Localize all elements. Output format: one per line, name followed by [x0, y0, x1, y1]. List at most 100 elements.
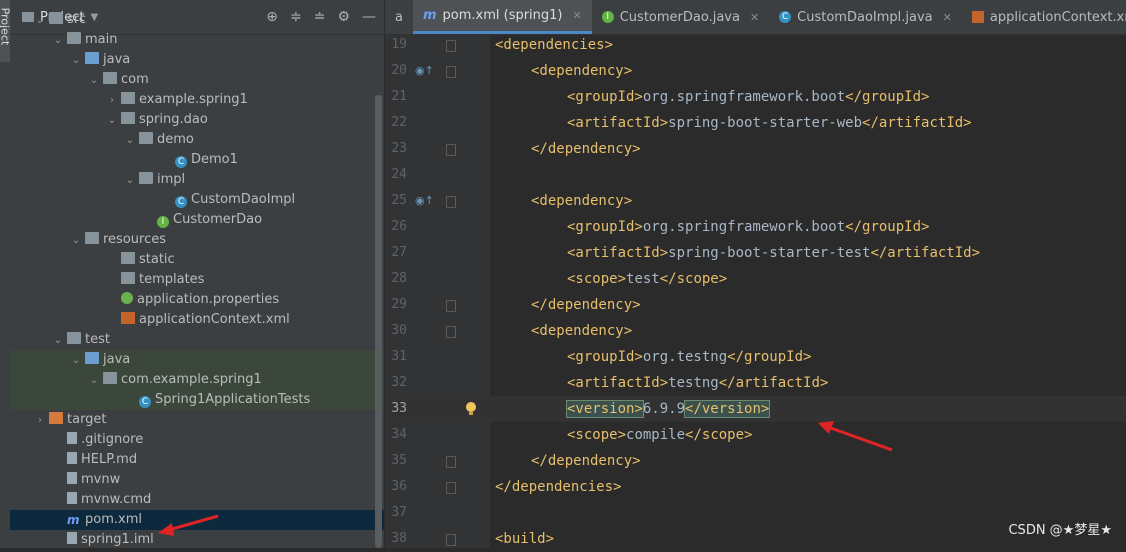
- xml-tag: <scope>: [567, 271, 627, 287]
- expand-arrow-icon[interactable]: ⌄: [124, 171, 136, 191]
- tree-item[interactable]: I CustomerDao: [10, 210, 384, 230]
- fold-marker-icon[interactable]: [446, 66, 456, 78]
- override-gutter-icon[interactable]: ◉↑: [415, 188, 434, 214]
- fold-marker-icon[interactable]: [446, 456, 456, 468]
- tree-item[interactable]: static: [10, 250, 384, 270]
- code-line[interactable]: 30 <dependency>: [385, 318, 1126, 344]
- tree-item-label: mvnw.cmd: [81, 492, 152, 507]
- tree-item[interactable]: mvnw: [10, 470, 384, 490]
- code-line[interactable]: 32 <artifactId>testng</artifactId>: [385, 370, 1126, 396]
- tree-item[interactable]: ⌄ main: [10, 30, 384, 50]
- code-line[interactable]: 25 ◉↑ <dependency>: [385, 188, 1126, 214]
- editor-tab[interactable]: applicationContext.xml✕: [962, 0, 1126, 34]
- tree-item[interactable]: C CustomDaoImpl: [10, 190, 384, 210]
- maven-icon: m: [422, 8, 437, 23]
- expand-arrow-icon[interactable]: ⌄: [52, 31, 64, 51]
- fold-marker-icon[interactable]: [446, 196, 456, 208]
- close-icon[interactable]: ✕: [573, 9, 582, 22]
- tree-item[interactable]: C Demo1: [10, 150, 384, 170]
- tree-item[interactable]: ⌄ test: [10, 330, 384, 350]
- line-number: 31: [391, 349, 407, 364]
- code-line[interactable]: 20 ◉↑ <dependency>: [385, 58, 1126, 84]
- line-number: 32: [391, 375, 407, 390]
- project-scrollbar[interactable]: [375, 95, 382, 548]
- code-line[interactable]: 23 </dependency>: [385, 136, 1126, 162]
- tree-item[interactable]: ⌄ java: [10, 50, 384, 70]
- file-icon: [67, 492, 77, 504]
- expand-arrow-icon[interactable]: ⌄: [34, 11, 46, 31]
- tree-item[interactable]: ⌄ java: [10, 350, 384, 370]
- code-line[interactable]: 19 <dependencies>: [385, 32, 1126, 58]
- line-number: 26: [391, 219, 407, 234]
- tree-item[interactable]: .gitignore: [10, 430, 384, 450]
- fold-marker-icon[interactable]: [446, 300, 456, 312]
- tree-item[interactable]: ⌄ impl: [10, 170, 384, 190]
- fold-marker-icon[interactable]: [446, 482, 456, 494]
- close-icon[interactable]: ✕: [750, 11, 759, 24]
- editor-tab[interactable]: a: [385, 0, 413, 34]
- code-text: <groupId>org.springframework.boot</group…: [567, 84, 929, 110]
- package-icon: [139, 172, 153, 184]
- line-number: 29: [391, 297, 407, 312]
- code-text: <build>: [495, 526, 554, 552]
- tree-item[interactable]: ⌄ com: [10, 70, 384, 90]
- expand-arrow-icon[interactable]: ⌄: [70, 51, 82, 71]
- code-text: <artifactId>spring-boot-starter-web</art…: [567, 110, 972, 136]
- tree-item-label: HELP.md: [81, 452, 138, 467]
- fold-marker-icon[interactable]: [446, 144, 456, 156]
- tree-item[interactable]: ⌄ resources: [10, 230, 384, 250]
- fold-marker-icon[interactable]: [446, 534, 456, 546]
- code-line[interactable]: 28 <scope>test</scope>: [385, 266, 1126, 292]
- class-icon: C: [175, 156, 187, 168]
- code-line[interactable]: 35 </dependency>: [385, 448, 1126, 474]
- code-line[interactable]: 31 <groupId>org.testng</groupId>: [385, 344, 1126, 370]
- line-number: 19: [391, 37, 407, 52]
- code-line[interactable]: 21 <groupId>org.springframework.boot</gro…: [385, 84, 1126, 110]
- tree-item[interactable]: ⌄ spring.dao: [10, 110, 384, 130]
- expand-arrow-icon[interactable]: ›: [34, 411, 46, 431]
- expand-arrow-icon[interactable]: ⌄: [70, 351, 82, 371]
- tree-item[interactable]: C Spring1ApplicationTests: [10, 390, 384, 410]
- editor-tab[interactable]: C CustomDaoImpl.java ✕: [769, 0, 962, 34]
- expand-arrow-icon[interactable]: ⌄: [88, 371, 100, 391]
- tree-item[interactable]: › target: [10, 410, 384, 430]
- tree-item-label: spring.dao: [139, 112, 208, 127]
- fold-marker-icon[interactable]: [446, 326, 456, 338]
- close-icon[interactable]: ✕: [943, 11, 952, 24]
- expand-arrow-icon[interactable]: ⌄: [70, 231, 82, 251]
- package-icon: [103, 372, 117, 384]
- xml-tag-highlighted: </version>: [684, 400, 771, 418]
- code-line[interactable]: 22 <artifactId>spring-boot-starter-web</a…: [385, 110, 1126, 136]
- tree-item[interactable]: applicationContext.xml: [10, 310, 384, 330]
- folder-icon: [121, 272, 135, 284]
- code-line[interactable]: 36 </dependencies>: [385, 474, 1126, 500]
- tree-item[interactable]: templates: [10, 270, 384, 290]
- editor-tab[interactable]: m pom.xml (spring1) ✕: [412, 0, 592, 34]
- tree-item[interactable]: HELP.md: [10, 450, 384, 470]
- xml-tag: <groupId>: [567, 219, 643, 235]
- editor-tab[interactable]: I CustomerDao.java ✕: [592, 0, 769, 34]
- expand-arrow-icon[interactable]: ›: [106, 91, 118, 111]
- code-line[interactable]: 33 <version>6.9.9</version>: [385, 396, 1126, 422]
- fold-marker-icon[interactable]: [446, 40, 456, 52]
- code-line[interactable]: 24: [385, 162, 1126, 188]
- editor-tab-label: a: [395, 9, 403, 25]
- code-line[interactable]: 26 <groupId>org.springframework.boot</gro…: [385, 214, 1126, 240]
- line-number: 22: [391, 115, 407, 130]
- code-line[interactable]: 34 <scope>compile</scope>: [385, 422, 1126, 448]
- tree-item[interactable]: › example.spring1: [10, 90, 384, 110]
- tree-item[interactable]: mvnw.cmd: [10, 490, 384, 510]
- tree-item[interactable]: ⌄ demo: [10, 130, 384, 150]
- code-line[interactable]: 29 </dependency>: [385, 292, 1126, 318]
- override-gutter-icon[interactable]: ◉↑: [415, 58, 434, 84]
- tree-item[interactable]: ⌄ com.example.spring1: [10, 370, 384, 390]
- expand-arrow-icon[interactable]: ⌄: [106, 111, 118, 131]
- expand-arrow-icon[interactable]: ⌄: [52, 331, 64, 351]
- code-line[interactable]: 27 <artifactId>spring-boot-starter-test</…: [385, 240, 1126, 266]
- expand-arrow-icon[interactable]: ⌄: [124, 131, 136, 151]
- tree-item[interactable]: ⌄ src: [10, 10, 384, 30]
- expand-arrow-icon[interactable]: ⌄: [88, 71, 100, 91]
- lightbulb-icon[interactable]: [465, 400, 477, 415]
- tree-item[interactable]: application.properties: [10, 290, 384, 310]
- tree-item-label: demo: [157, 132, 194, 147]
